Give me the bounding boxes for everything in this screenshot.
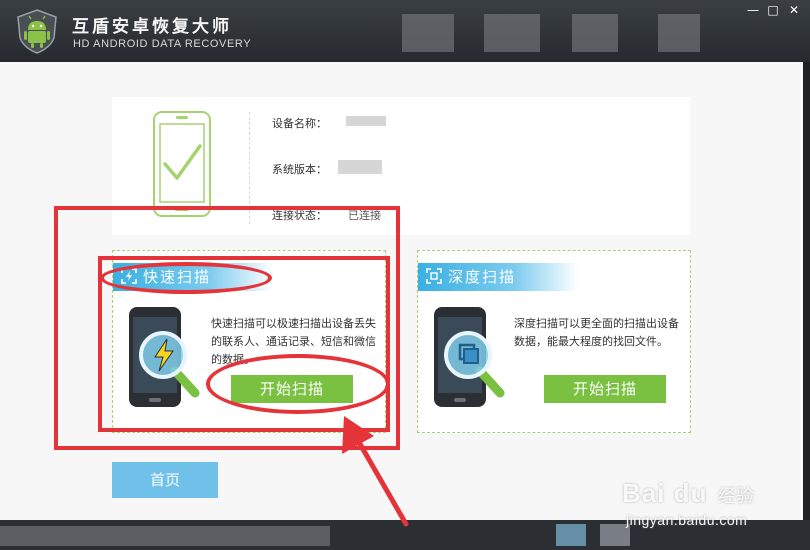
app-subtitle: HD ANDROID DATA RECOVERY	[73, 38, 252, 50]
watermark-brand: Bai du	[622, 478, 708, 508]
phone-layers-magnifier-icon	[434, 307, 505, 407]
annotation-arrow	[342, 416, 409, 527]
obscured-toolbar-item	[658, 14, 700, 52]
watermark: Bai du 经验 jingyan.baidu.com	[622, 478, 782, 532]
close-button[interactable]: ✕	[785, 2, 803, 18]
obscured-taskbar-item	[0, 526, 330, 546]
scan-frame-layers-icon	[426, 268, 442, 284]
system-version-value-obscured	[338, 160, 382, 174]
deep-scan-title: 深度扫描	[448, 268, 517, 286]
phone-check-icon	[153, 111, 211, 217]
watermark-url: jingyan.baidu.com	[626, 512, 748, 528]
obscured-toolbar-item	[572, 14, 618, 52]
deep-scan-start-button[interactable]: 开始扫描	[544, 375, 666, 403]
app-title: 互盾安卓恢复大师	[72, 17, 232, 37]
deep-scan-description: 深度扫描可以更全面的扫描出设备数据，能最大程度的找回文件。	[514, 317, 679, 348]
system-version-label: 系统版本：	[272, 163, 327, 176]
obscured-toolbar-item	[484, 14, 540, 52]
obscured-taskbar-item	[556, 524, 586, 546]
annotation-button-ellipse	[206, 354, 390, 414]
watermark-cn: 经验	[718, 486, 754, 507]
window-edge	[803, 62, 810, 550]
obscured-toolbar-item	[402, 14, 454, 52]
device-name-label: 设备名称：	[272, 117, 327, 130]
deep-scan-header: 深度扫描	[418, 263, 578, 291]
android-shield-icon	[17, 9, 57, 54]
annotation-title-ellipse	[100, 262, 272, 294]
maximize-button[interactable]: □	[764, 2, 782, 18]
minimize-button[interactable]: —	[744, 2, 762, 18]
home-button[interactable]: 首页	[112, 462, 218, 498]
device-name-value-obscured	[346, 116, 386, 126]
deep-scan-panel[interactable]: 深度扫描 深度扫描可以更全面的扫描出设备数据，能最大程度的找回文件。 开始扫描	[417, 250, 691, 433]
title-bar: 互盾安卓恢复大师 HD ANDROID DATA RECOVERY — □ ✕	[0, 0, 810, 62]
